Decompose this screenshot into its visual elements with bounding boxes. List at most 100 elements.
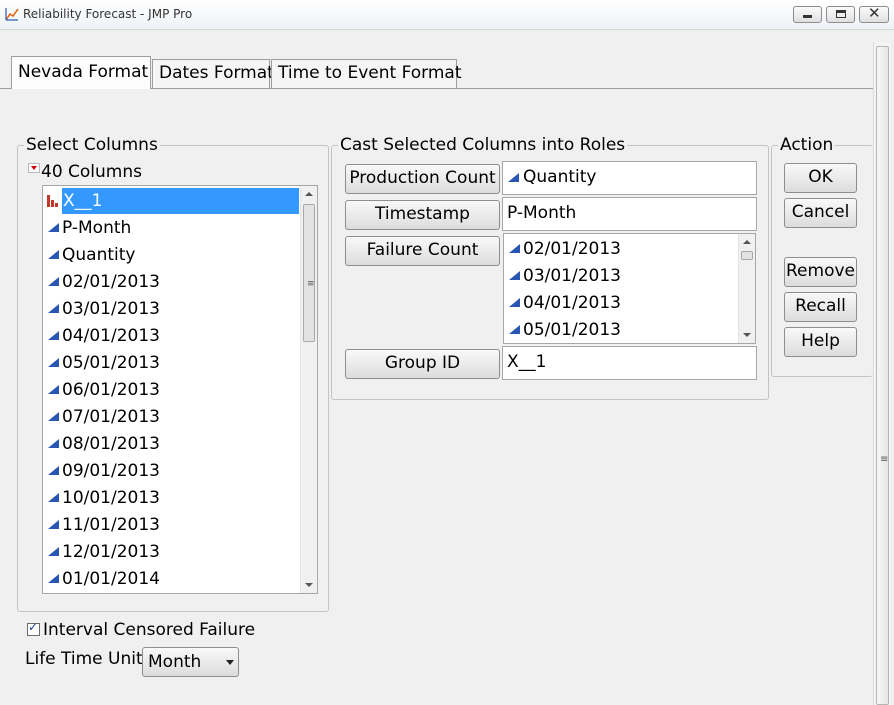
- tab-nevada-format[interactable]: Nevada Format: [11, 56, 151, 89]
- failure-count-button[interactable]: Failure Count: [345, 236, 500, 266]
- column-list-item[interactable]: 01/01/2014: [44, 566, 300, 592]
- continuous-icon: [48, 304, 59, 313]
- column-list-item[interactable]: 02/01/2013: [44, 269, 300, 295]
- disclosure-triangle-icon[interactable]: [28, 163, 40, 173]
- column-list-item[interactable]: 04/01/2013: [44, 323, 300, 349]
- role-value-item[interactable]: Quantity: [507, 167, 596, 187]
- column-label: 09/01/2013: [62, 461, 160, 481]
- tab-time-to-event-format[interactable]: Time to Event Format: [271, 59, 462, 88]
- column-list-item[interactable]: 03/01/2013: [44, 296, 300, 322]
- ok-button[interactable]: OK: [784, 163, 857, 193]
- column-list-item[interactable]: 12/01/2013: [44, 539, 300, 565]
- column-list-item[interactable]: 06/01/2013: [44, 377, 300, 403]
- continuous-icon: [48, 466, 59, 475]
- continuous-icon: [508, 173, 519, 182]
- column-list-item[interactable]: P-Month: [44, 215, 300, 241]
- failure-list-scroll-thumb[interactable]: [741, 251, 753, 260]
- group-id-role-box[interactable]: X__1: [502, 346, 757, 380]
- column-label: 03/01/2013: [62, 299, 160, 319]
- column-label: 05/01/2013: [62, 353, 160, 373]
- life-time-unit-label: Life Time Unit: [25, 649, 143, 669]
- column-list-scroll-thumb[interactable]: ≡: [303, 204, 315, 342]
- select-columns-title: Select Columns: [26, 135, 158, 155]
- grip-icon: ≡: [307, 279, 315, 289]
- failure-count-item[interactable]: 04/01/2013: [505, 290, 737, 316]
- column-list-item[interactable]: Quantity: [44, 242, 300, 268]
- production-count-button[interactable]: Production Count: [345, 164, 500, 194]
- help-button[interactable]: Help: [784, 327, 857, 357]
- chevron-down-icon: [226, 660, 234, 665]
- window-scrollbar[interactable]: ≡: [873, 42, 891, 705]
- column-label: 01/01/2014: [62, 569, 160, 589]
- interval-censored-label[interactable]: Interval Censored Failure: [43, 620, 255, 640]
- nominal-bar-icon: [47, 195, 60, 207]
- tab-dates-format[interactable]: Dates Format: [152, 59, 274, 88]
- maximize-button[interactable]: [826, 6, 855, 23]
- continuous-icon: [509, 271, 520, 280]
- window-scrollbar-thumb[interactable]: ≡: [876, 46, 889, 705]
- life-time-unit-value: Month: [148, 652, 202, 672]
- timestamp-value[interactable]: P-Month: [507, 203, 576, 223]
- column-label: 07/01/2013: [62, 407, 160, 427]
- jmp-app-icon: [5, 8, 19, 21]
- production-count-role-box[interactable]: Quantity: [502, 161, 757, 195]
- column-label: Quantity: [62, 245, 136, 265]
- failure-list-scrollbar[interactable]: [738, 234, 755, 343]
- continuous-icon: [48, 331, 59, 340]
- column-list-item[interactable]: 05/01/2013: [44, 350, 300, 376]
- timestamp-button[interactable]: Timestamp: [345, 200, 500, 230]
- column-label: 10/01/2013: [62, 488, 160, 508]
- continuous-icon: [509, 325, 520, 334]
- failure-count-label: 02/01/2013: [523, 239, 621, 259]
- timestamp-role-box[interactable]: P-Month: [502, 197, 757, 231]
- close-icon: ✕: [868, 4, 881, 22]
- scroll-down-arrow-icon[interactable]: [743, 333, 751, 337]
- column-list-item[interactable]: 10/01/2013: [44, 485, 300, 511]
- continuous-icon: [48, 574, 59, 583]
- grip-icon: ≡: [880, 454, 889, 465]
- column-list-item[interactable]: X__1: [44, 188, 300, 214]
- continuous-icon: [509, 298, 520, 307]
- cancel-button[interactable]: Cancel: [784, 198, 857, 228]
- column-list-item[interactable]: 09/01/2013: [44, 458, 300, 484]
- remove-button[interactable]: Remove: [784, 257, 857, 287]
- failure-count-item[interactable]: 02/01/2013: [505, 236, 737, 262]
- minimize-icon: [803, 15, 812, 18]
- continuous-icon: [48, 412, 59, 421]
- recall-button[interactable]: Recall: [784, 292, 857, 322]
- column-list-item[interactable]: 11/01/2013: [44, 512, 300, 538]
- group-id-button[interactable]: Group ID: [345, 349, 500, 379]
- action-title: Action: [780, 135, 834, 155]
- column-list-item[interactable]: 07/01/2013: [44, 404, 300, 430]
- close-button[interactable]: ✕: [859, 4, 889, 23]
- failure-count-item[interactable]: 05/01/2013: [505, 317, 737, 343]
- scroll-up-arrow-icon[interactable]: [743, 240, 751, 244]
- scroll-down-arrow-icon[interactable]: [305, 583, 313, 587]
- failure-count-role-list[interactable]: 02/01/2013 03/01/2013 04/01/2013 05/01/2013: [503, 233, 756, 344]
- maximize-icon: [836, 10, 846, 18]
- continuous-icon: [509, 244, 520, 253]
- continuous-icon: [48, 547, 59, 556]
- continuous-icon: [48, 277, 59, 286]
- scroll-up-arrow-icon[interactable]: [305, 192, 313, 196]
- continuous-icon: [48, 223, 59, 232]
- column-label: 02/01/2013: [62, 272, 160, 292]
- column-list[interactable]: X__1 P-Month Quantity 02/01/2013 03/01/2013 0…: [42, 185, 318, 594]
- column-label: X__1: [62, 188, 299, 214]
- minimize-button[interactable]: [793, 6, 822, 23]
- failure-count-item[interactable]: 03/01/2013: [505, 263, 737, 289]
- interval-censored-checkbox[interactable]: ✓: [27, 620, 40, 636]
- columns-count-label: 40 Columns: [41, 162, 142, 182]
- column-list-item[interactable]: 08/01/2013: [44, 431, 300, 457]
- column-label: 11/01/2013: [62, 515, 160, 535]
- continuous-icon: [48, 358, 59, 367]
- group-id-value[interactable]: X__1: [507, 352, 546, 372]
- checkmark-icon: ✓: [28, 620, 39, 634]
- production-count-value: Quantity: [523, 167, 597, 187]
- failure-count-label: 04/01/2013: [523, 293, 621, 313]
- cast-roles-title: Cast Selected Columns into Roles: [340, 135, 626, 155]
- continuous-icon: [48, 250, 59, 259]
- life-time-unit-select[interactable]: Month: [142, 647, 239, 677]
- columns-count-header: 40 Columns: [28, 162, 142, 182]
- column-list-scrollbar[interactable]: ≡: [300, 186, 317, 593]
